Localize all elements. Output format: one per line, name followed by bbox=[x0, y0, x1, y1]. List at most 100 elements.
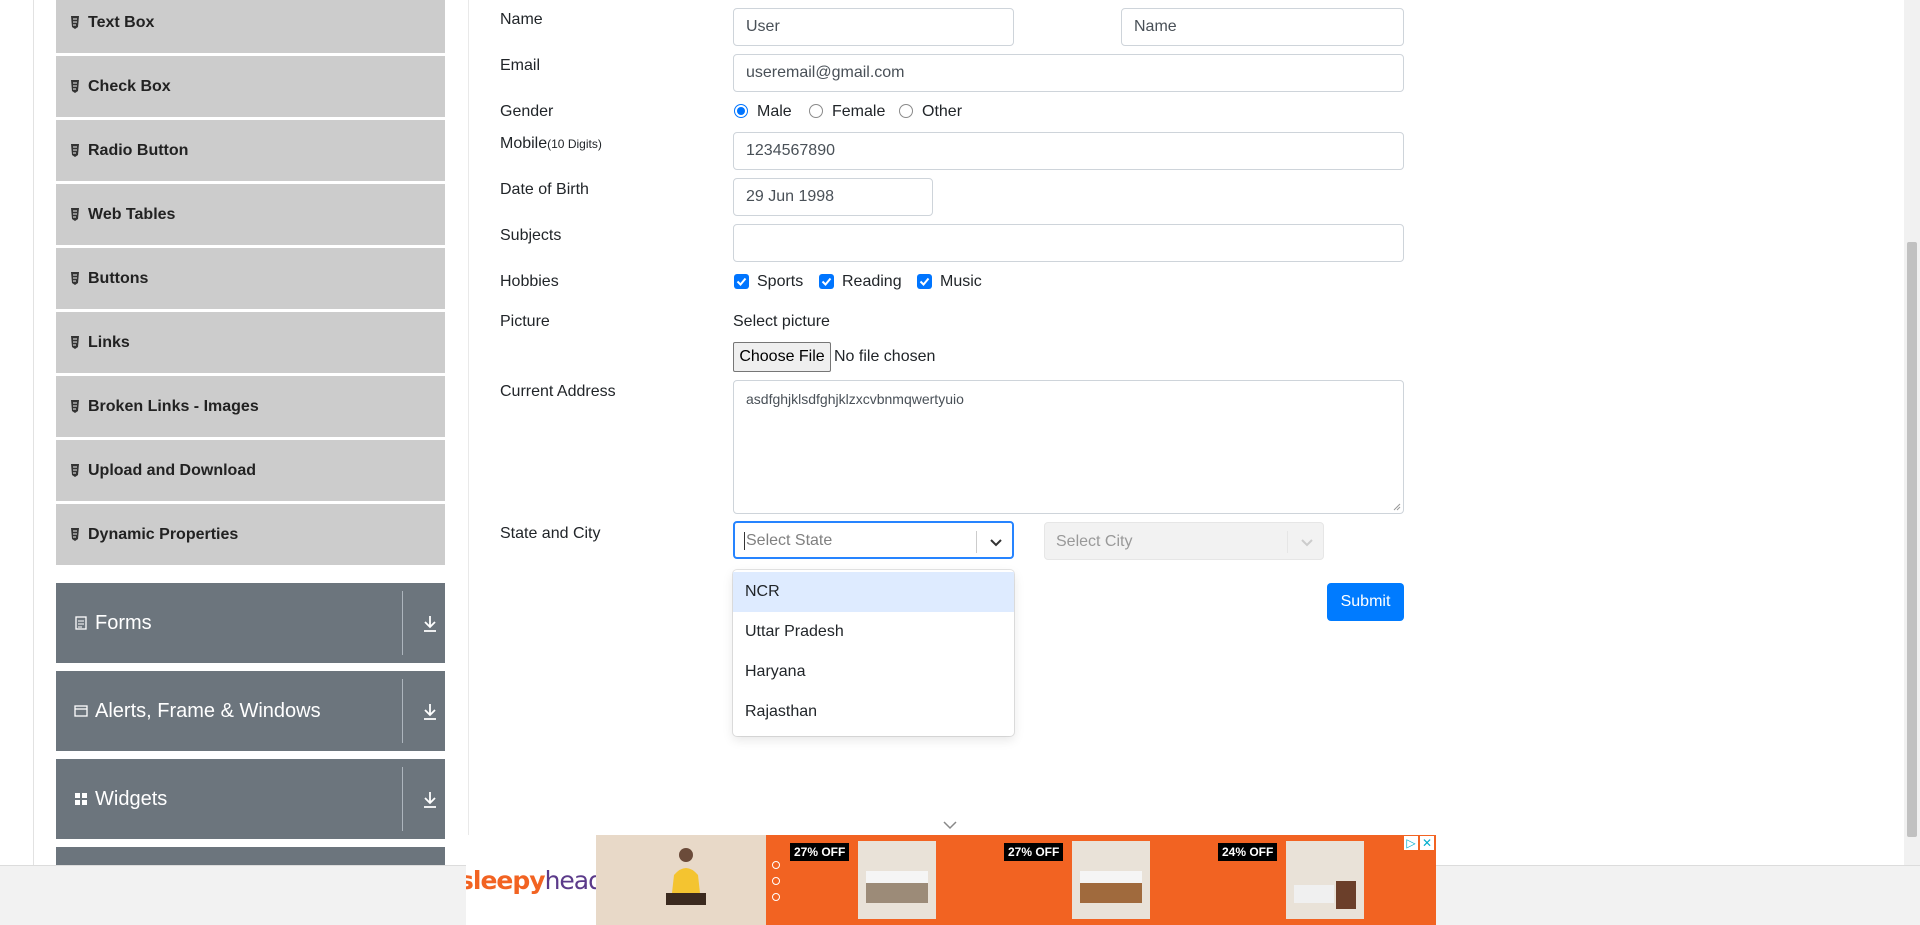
ad-banner[interactable]: sleepyhead 27% OFF 27% OFF 24% OFF ▷ ✕ bbox=[466, 835, 1436, 925]
chevron-down-icon bbox=[1301, 539, 1313, 547]
html-file-icon bbox=[71, 208, 79, 221]
sidebar-item-label: Web Tables bbox=[88, 205, 176, 223]
scrollbar-thumb[interactable] bbox=[1907, 242, 1917, 837]
html-file-icon bbox=[71, 400, 79, 413]
email-value: useremail@gmail.com bbox=[746, 64, 905, 81]
dob-label: Date of Birth bbox=[500, 181, 589, 198]
hobby-sports-checkbox[interactable] bbox=[734, 274, 749, 289]
html-file-icon bbox=[71, 272, 79, 285]
html-file-icon bbox=[71, 144, 79, 157]
mobile-label: Mobile(10 Digits) bbox=[500, 135, 602, 153]
bed-image-icon bbox=[1080, 871, 1142, 903]
sidebar-item-broken-links[interactable]: Broken Links - Images bbox=[56, 376, 445, 437]
hobby-music-label[interactable]: Music bbox=[940, 273, 982, 291]
mobile-value: 1234567890 bbox=[746, 142, 835, 159]
gender-male-label[interactable]: Male bbox=[757, 103, 792, 121]
sidebar-item-dynamic-properties[interactable]: Dynamic Properties bbox=[56, 504, 445, 565]
email-label: Email bbox=[500, 57, 541, 74]
dob-value: 29 Jun 1998 bbox=[746, 188, 835, 205]
html-file-icon bbox=[71, 464, 79, 477]
group-divider bbox=[402, 591, 403, 655]
sidebar-item-label: Radio Button bbox=[88, 141, 189, 159]
last-name-value: Name bbox=[1134, 18, 1177, 35]
ad-logo: sleepyhead bbox=[466, 835, 604, 925]
sidebar-group-widgets[interactable]: Widgets bbox=[56, 759, 445, 839]
state-select[interactable]: Select State bbox=[733, 521, 1014, 559]
gender-male-radio[interactable] bbox=[734, 104, 748, 118]
no-file-text: No file chosen bbox=[834, 348, 936, 365]
state-option-uttar-pradesh[interactable]: Uttar Pradesh bbox=[733, 612, 1014, 652]
sidebar-group-alerts[interactable]: Alerts, Frame & Windows bbox=[56, 671, 445, 751]
person-image-icon bbox=[666, 848, 706, 905]
subjects-input[interactable] bbox=[733, 224, 1404, 262]
sidebar-item-label: Check Box bbox=[88, 77, 171, 95]
ad-logo-text: sleepyhead bbox=[466, 865, 604, 895]
gender-female-radio[interactable] bbox=[809, 104, 823, 118]
sidebar-group-forms[interactable]: Forms bbox=[56, 583, 445, 663]
sidebar-item-text-box[interactable]: Text Box bbox=[56, 0, 445, 53]
hobby-reading-label[interactable]: Reading bbox=[842, 273, 902, 291]
ad-hero-image bbox=[596, 835, 766, 925]
gender-other-radio[interactable] bbox=[899, 104, 913, 118]
bed-image-icon bbox=[1294, 881, 1356, 909]
mobile-input[interactable]: 1234567890 bbox=[733, 132, 1404, 170]
ad-info-icon[interactable]: ▷ bbox=[1404, 836, 1418, 850]
group-divider bbox=[402, 679, 403, 743]
checkmark-icon bbox=[736, 277, 747, 286]
select-separator bbox=[976, 531, 977, 553]
text-cursor bbox=[744, 532, 745, 550]
sidebar-item-buttons[interactable]: Buttons bbox=[56, 248, 445, 309]
first-name-value: User bbox=[746, 18, 780, 35]
download-icon bbox=[424, 616, 436, 632]
hobby-reading-checkbox[interactable] bbox=[819, 274, 834, 289]
html-file-icon bbox=[71, 528, 79, 541]
sidebar-item-check-box[interactable]: Check Box bbox=[56, 56, 445, 117]
checkmark-icon bbox=[919, 277, 930, 286]
hobby-music-checkbox[interactable] bbox=[917, 274, 932, 289]
chevron-down-icon[interactable] bbox=[943, 820, 957, 830]
state-option-haryana[interactable]: Haryana bbox=[733, 652, 1014, 692]
chevron-down-icon[interactable] bbox=[989, 535, 1003, 549]
ad-product-image bbox=[1072, 841, 1150, 919]
submit-button[interactable]: Submit bbox=[1327, 583, 1404, 621]
first-name-input[interactable]: User bbox=[733, 8, 1014, 46]
html-file-icon bbox=[71, 80, 79, 93]
sidebar-item-label: Text Box bbox=[88, 13, 155, 31]
resize-handle-icon[interactable] bbox=[1393, 503, 1401, 511]
sidebar-group-partial[interactable] bbox=[56, 847, 445, 867]
select-picture-text: Select picture bbox=[733, 313, 830, 330]
document-icon bbox=[75, 616, 87, 630]
sidebar-item-radio-button[interactable]: Radio Button bbox=[56, 120, 445, 181]
state-option-rajasthan[interactable]: Rajasthan bbox=[733, 692, 1014, 732]
address-textarea[interactable]: asdfghjklsdfghjklzxcvbnmqwertyuio bbox=[733, 380, 1404, 514]
sidebar-item-label: Links bbox=[88, 333, 130, 351]
email-input[interactable]: useremail@gmail.com bbox=[733, 54, 1404, 92]
window-icon bbox=[74, 705, 88, 717]
picture-label: Picture bbox=[500, 313, 550, 330]
download-icon bbox=[424, 704, 436, 720]
city-select[interactable]: Select City bbox=[1044, 522, 1324, 560]
gender-label: Gender bbox=[500, 103, 554, 120]
carousel-dot[interactable] bbox=[772, 861, 780, 869]
dob-input[interactable]: 29 Jun 1998 bbox=[733, 178, 933, 216]
checkmark-icon bbox=[821, 277, 832, 286]
state-option-ncr[interactable]: NCR bbox=[733, 572, 1014, 612]
hobby-sports-label[interactable]: Sports bbox=[757, 273, 803, 291]
ad-logo-main: sleepy bbox=[466, 865, 546, 895]
sidebar-item-links[interactable]: Links bbox=[56, 312, 445, 373]
last-name-input[interactable]: Name bbox=[1121, 8, 1404, 46]
gender-female-label[interactable]: Female bbox=[832, 103, 885, 121]
ad-logo-suffix: head bbox=[544, 865, 604, 895]
name-label: Name bbox=[500, 11, 543, 28]
carousel-dot[interactable] bbox=[772, 893, 780, 901]
choose-file-button[interactable]: Choose File bbox=[733, 342, 831, 372]
ad-product-image bbox=[1286, 841, 1364, 919]
gender-other-label[interactable]: Other bbox=[922, 103, 962, 121]
sidebar-item-label: Upload and Download bbox=[88, 461, 256, 479]
html-file-icon bbox=[71, 336, 79, 349]
sidebar-item-web-tables[interactable]: Web Tables bbox=[56, 184, 445, 245]
sidebar-item-upload-download[interactable]: Upload and Download bbox=[56, 440, 445, 501]
sidebar-item-label: Broken Links - Images bbox=[88, 397, 259, 415]
carousel-dot[interactable] bbox=[772, 877, 780, 885]
ad-close-icon[interactable]: ✕ bbox=[1420, 836, 1434, 850]
